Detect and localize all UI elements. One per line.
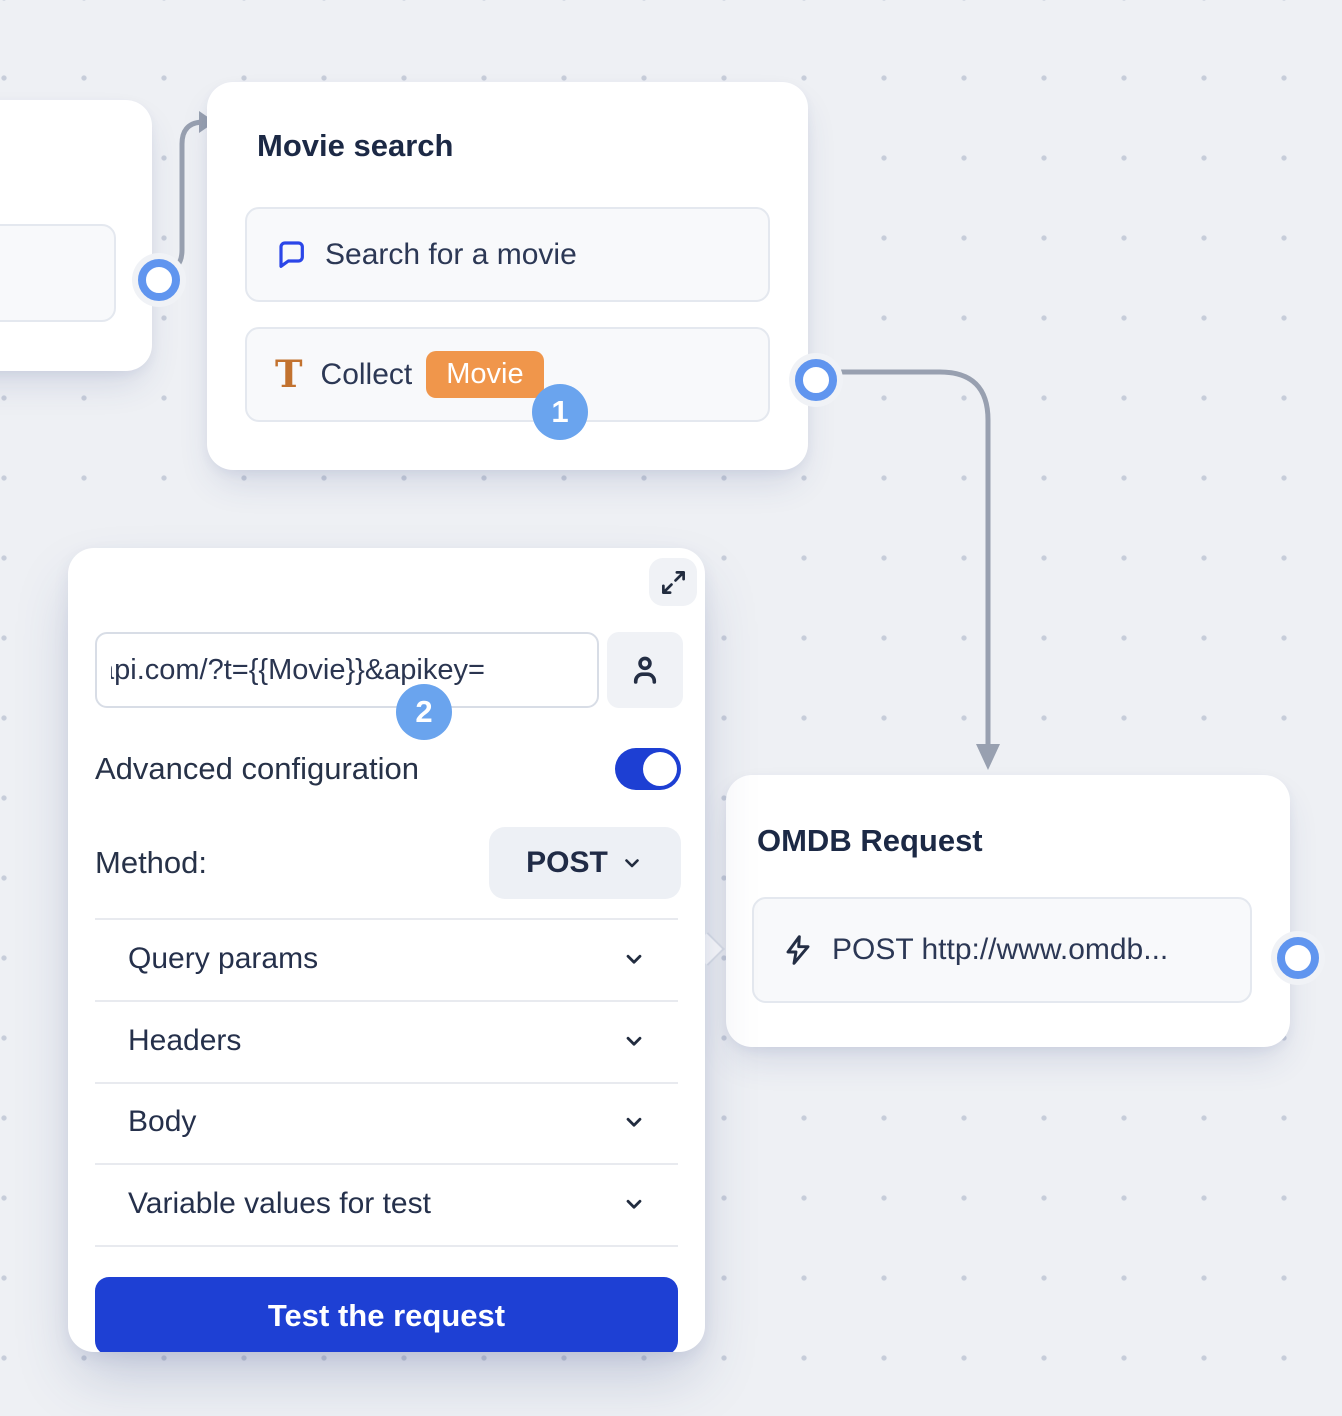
advanced-config-toggle[interactable] xyxy=(615,748,681,790)
toggle-knob xyxy=(643,752,677,786)
method-value: POST xyxy=(526,846,608,880)
expand-button[interactable] xyxy=(649,558,697,606)
test-request-button[interactable]: Test the request xyxy=(95,1277,678,1352)
step-badge-1: 1 xyxy=(532,384,588,440)
advanced-config-label: Advanced configuration xyxy=(95,751,419,787)
partial-node-left[interactable] xyxy=(0,100,152,371)
node-item-label: Search for a movie xyxy=(325,238,577,272)
person-button[interactable] xyxy=(607,632,683,708)
person-icon xyxy=(627,652,663,688)
divider xyxy=(95,1163,678,1165)
movie-variable-chip[interactable]: Movie xyxy=(426,351,543,398)
chat-bubble-icon xyxy=(275,239,307,271)
lightning-icon xyxy=(782,934,814,966)
chevron-down-icon xyxy=(621,1028,647,1054)
omdb-request-node[interactable]: OMDB Request POST http://www.omdb... xyxy=(726,775,1290,1047)
section-label: Query params xyxy=(128,942,621,976)
section-variable-values[interactable]: Variable values for test xyxy=(68,1174,705,1234)
node-item[interactable] xyxy=(0,224,116,322)
output-port-omdb[interactable] xyxy=(1277,937,1319,979)
chevron-down-icon xyxy=(620,851,644,875)
node-item-collect-movie[interactable]: T Collect Movie xyxy=(245,327,770,422)
chevron-down-icon xyxy=(621,1109,647,1135)
chevron-down-icon xyxy=(621,946,647,972)
chevron-down-icon xyxy=(621,1191,647,1217)
output-port-left-node[interactable] xyxy=(138,259,180,301)
section-label: Variable values for test xyxy=(128,1187,621,1221)
divider xyxy=(95,1082,678,1084)
flow-canvas[interactable]: Movie search Search for a movie T Collec… xyxy=(0,0,1342,1416)
node-title: Movie search xyxy=(257,128,453,164)
step-badge-2: 2 xyxy=(396,684,452,740)
section-query-params[interactable]: Query params xyxy=(68,929,705,989)
divider xyxy=(95,1245,678,1247)
output-port-movie-search[interactable] xyxy=(795,359,837,401)
url-input[interactable] xyxy=(95,632,599,708)
connector-movie-to-omdb xyxy=(822,372,988,746)
request-config-panel: Advanced configuration Method: POST Quer… xyxy=(68,548,705,1352)
node-item-label: Collect xyxy=(321,358,413,392)
node-item-search-for-movie[interactable]: Search for a movie xyxy=(245,207,770,302)
divider xyxy=(95,918,678,920)
node-title: OMDB Request xyxy=(757,823,983,859)
section-label: Headers xyxy=(128,1024,621,1058)
method-select[interactable]: POST xyxy=(489,827,681,899)
method-label: Method: xyxy=(95,845,207,881)
node-item-label: POST http://www.omdb... xyxy=(832,933,1168,967)
section-headers[interactable]: Headers xyxy=(68,1011,705,1071)
divider xyxy=(95,1000,678,1002)
connector-left xyxy=(156,122,204,272)
node-item-post-request[interactable]: POST http://www.omdb... xyxy=(752,897,1252,1003)
collect-text-icon: T xyxy=(275,356,303,393)
connector-down-arrowhead-icon xyxy=(976,744,1000,770)
expand-icon xyxy=(660,569,687,596)
section-label: Body xyxy=(128,1105,621,1139)
section-body[interactable]: Body xyxy=(68,1092,705,1152)
movie-search-node[interactable]: Movie search Search for a movie T Collec… xyxy=(207,82,808,470)
